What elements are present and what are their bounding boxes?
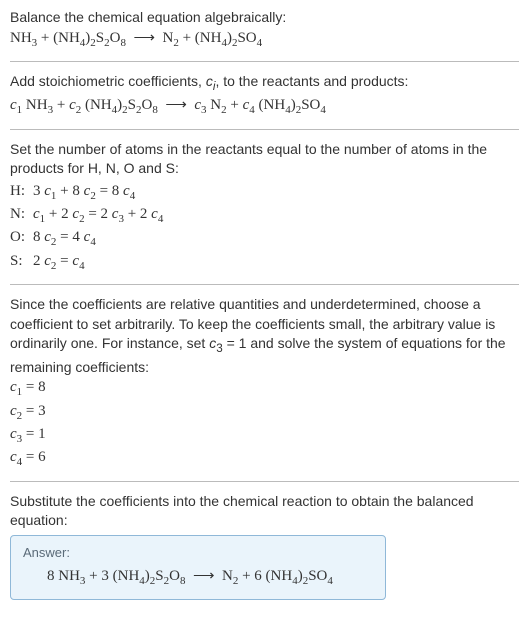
divider — [10, 61, 519, 62]
answer-label: Answer: — [23, 544, 373, 562]
element-equation: c1 + 2 c2 = 2 c3 + 2 c4 — [33, 204, 163, 227]
solution-row: c4 = 6 — [10, 447, 519, 470]
divider — [10, 481, 519, 482]
element-equation: 8 c2 = 4 c4 — [33, 227, 163, 250]
answer-box: Answer: 8 NH3 + 3 (NH4)2S2O8 ⟶ N2 + 6 (N… — [10, 535, 386, 601]
balance-equations-table: H: 3 c1 + 8 c2 = 8 c4 N: c1 + 2 c2 = 2 c… — [10, 181, 163, 275]
element-label: O: — [10, 227, 33, 250]
balance-row: O: 8 c2 = 4 c4 — [10, 227, 163, 250]
balance-row: N: c1 + 2 c2 = 2 c3 + 2 c4 — [10, 204, 163, 227]
balance-row: H: 3 c1 + 8 c2 = 8 c4 — [10, 181, 163, 204]
solution-list: c1 = 8 c2 = 3 c3 = 1 c4 = 6 — [10, 377, 519, 471]
step4-text: Since the coefficients are relative quan… — [10, 295, 519, 377]
balance-row: S: 2 c2 = c4 — [10, 251, 163, 274]
solution-row: c3 = 1 — [10, 424, 519, 447]
step-add-coefficients: Add stoichiometric coefficients, ci, to … — [10, 72, 519, 119]
element-label: H: — [10, 181, 33, 204]
element-equation: 3 c1 + 8 c2 = 8 c4 — [33, 181, 163, 204]
divider — [10, 284, 519, 285]
step1-text: Balance the chemical equation algebraica… — [10, 8, 519, 28]
element-label: N: — [10, 204, 33, 227]
step5-text: Substitute the coefficients into the che… — [10, 492, 519, 531]
unbalanced-equation: NH3 + (NH4)2S2O8 ⟶ N2 + (NH4)2SO4 — [10, 28, 519, 51]
step-atom-balance: Set the number of atoms in the reactants… — [10, 140, 519, 275]
step3-text: Set the number of atoms in the reactants… — [10, 140, 519, 179]
step-solve: Since the coefficients are relative quan… — [10, 295, 519, 470]
balanced-equation: 8 NH3 + 3 (NH4)2S2O8 ⟶ N2 + 6 (NH4)2SO4 — [23, 566, 373, 589]
element-equation: 2 c2 = c4 — [33, 251, 163, 274]
element-label: S: — [10, 251, 33, 274]
step-balance-intro: Balance the chemical equation algebraica… — [10, 8, 519, 51]
step-substitute: Substitute the coefficients into the che… — [10, 492, 519, 601]
solution-row: c1 = 8 — [10, 377, 519, 400]
divider — [10, 129, 519, 130]
coefficient-equation: c1 NH3 + c2 (NH4)2S2O8 ⟶ c3 N2 + c4 (NH4… — [10, 95, 519, 118]
solution-row: c2 = 3 — [10, 401, 519, 424]
step2-text: Add stoichiometric coefficients, ci, to … — [10, 72, 519, 95]
